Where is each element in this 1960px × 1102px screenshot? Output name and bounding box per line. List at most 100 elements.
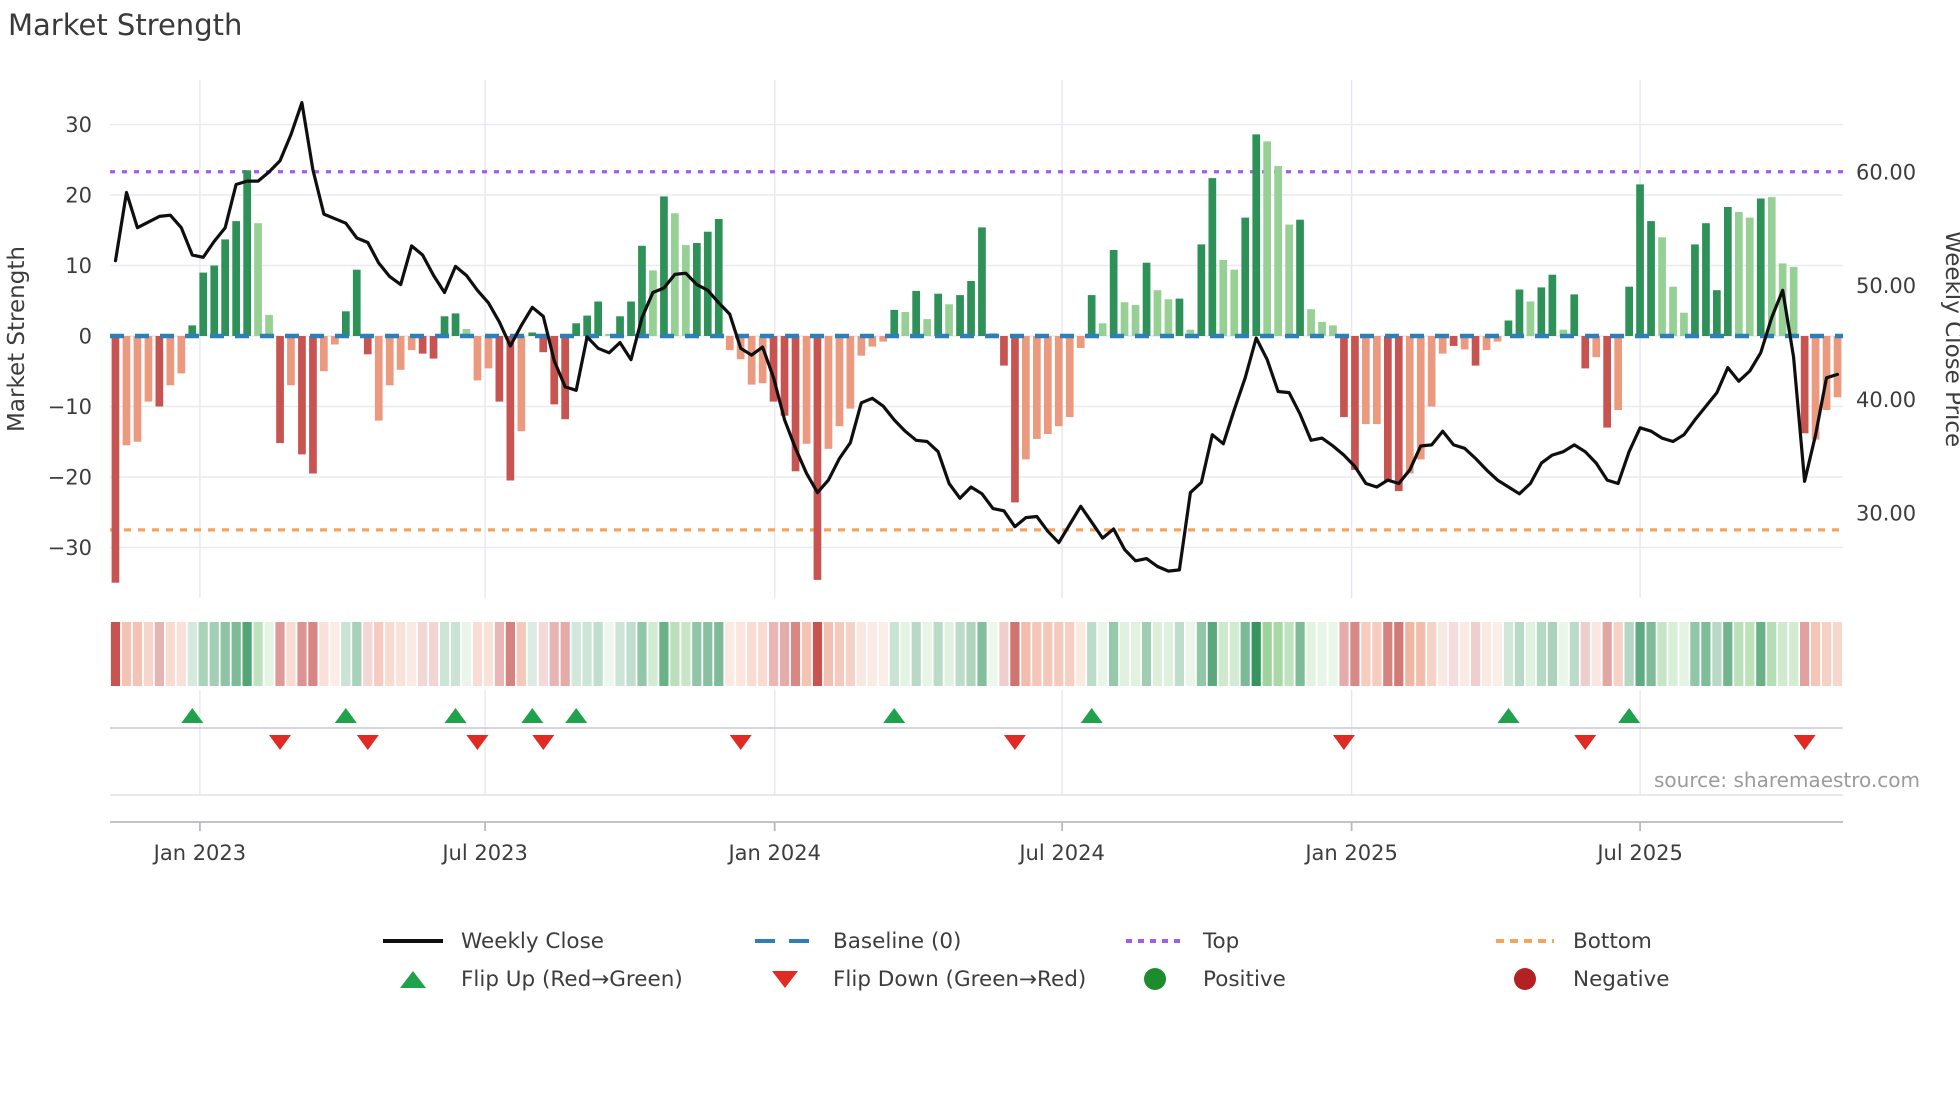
strength-bar: [758, 336, 767, 384]
heatmap-cell: [571, 622, 581, 686]
strength-bar: [1197, 244, 1206, 336]
strength-bar: [978, 227, 986, 336]
heatmap-cell: [615, 622, 625, 686]
heatmap-cell: [308, 622, 318, 686]
strength-bar: [1537, 287, 1546, 336]
strength-bar: [934, 293, 942, 336]
strength-bar: [1241, 217, 1250, 336]
heatmap-cell: [867, 622, 877, 686]
heatmap-cell: [440, 622, 450, 686]
heatmap-cell: [1174, 622, 1184, 686]
strength-bar: [1592, 336, 1601, 358]
heatmap-cell: [1503, 622, 1514, 686]
heatmap-cell: [812, 622, 823, 686]
strength-bar: [1625, 286, 1633, 336]
heatmap-cell: [1536, 622, 1546, 686]
heatmap-cell: [1251, 622, 1261, 686]
strength-bar: [1636, 184, 1644, 336]
heatmap-cell: [988, 622, 998, 686]
heatmap-cell: [330, 622, 340, 686]
strength-bar: [418, 336, 427, 354]
heatmap-cell: [1832, 622, 1843, 686]
heatmap-cell: [286, 622, 296, 686]
strength-bar: [1789, 266, 1798, 336]
heatmap-cell: [494, 622, 504, 686]
flip-up-marker: [1497, 708, 1520, 723]
strength-bar: [429, 336, 438, 359]
heatmap-cell: [461, 622, 472, 686]
strength-bar: [1570, 294, 1579, 336]
negative-dot-icon: [1495, 964, 1555, 994]
heatmap-cell: [1481, 622, 1492, 686]
strength-bar: [1175, 298, 1184, 336]
heatmap-cell: [121, 622, 132, 686]
heatmap-cell: [637, 622, 647, 686]
heatmap-cell: [176, 622, 186, 686]
heatmap-cell: [801, 622, 812, 686]
heatmap-cell: [1065, 622, 1075, 686]
strength-bar: [1394, 336, 1403, 492]
heatmap-cell: [1734, 622, 1744, 686]
heatmap-cell: [1701, 622, 1711, 686]
strength-bar: [1384, 336, 1392, 481]
strength-bar: [396, 336, 405, 370]
strength-bar: [1296, 219, 1304, 336]
strength-bar: [1449, 336, 1458, 346]
heatmap-cell: [933, 622, 943, 686]
baseline-dash-icon: [755, 926, 815, 956]
strength-bar: [1416, 336, 1425, 460]
strength-bar: [649, 270, 657, 336]
strength-bar: [1800, 336, 1809, 434]
heatmap-cell: [1262, 622, 1272, 686]
strength-bar: [1438, 336, 1447, 354]
heatmap-cell: [1624, 622, 1634, 686]
strength-bar: [243, 170, 251, 336]
strength-bar: [298, 336, 306, 455]
heatmap-cell: [275, 622, 285, 686]
strength-bar: [714, 219, 723, 336]
heatmap-cell: [538, 622, 548, 686]
heatmap-cell: [1394, 622, 1404, 686]
flip-down-marker: [1793, 735, 1816, 750]
heatmap-cell: [1350, 622, 1360, 686]
bottom-dotted-line-icon: [1495, 926, 1555, 956]
strength-bar: [1208, 178, 1217, 336]
heatmap-cell: [154, 622, 164, 686]
legend-label: Negative: [1573, 966, 1670, 992]
strength-bar: [583, 315, 591, 336]
heatmap-cell: [1207, 622, 1217, 686]
strength-bar: [1109, 250, 1118, 336]
strength-bar: [144, 336, 153, 402]
strength-bar: [1669, 286, 1677, 336]
heatmap-cell: [1547, 622, 1557, 686]
heatmap-cell: [1789, 622, 1799, 686]
flip-up-marker: [444, 708, 467, 723]
heatmap-cell: [1591, 622, 1601, 686]
heatmap-cell: [1679, 622, 1689, 686]
legend-item-weekly-close: Weekly Close: [383, 926, 604, 956]
strength-bar: [276, 336, 284, 444]
heatmap-cell: [1196, 622, 1206, 686]
strength-bar: [1724, 207, 1732, 336]
market-strength-page: { "title": "Market Strength", "source": …: [0, 0, 1960, 1102]
strength-bar: [1044, 336, 1052, 434]
heatmap-cell: [483, 622, 493, 686]
heatmap-cell: [1010, 622, 1020, 686]
strength-bar: [1658, 237, 1666, 336]
heatmap-cell: [966, 622, 976, 686]
heatmap-cell: [1295, 622, 1305, 686]
heatmap-cell: [1822, 622, 1832, 686]
heatmap-cell: [1021, 622, 1031, 686]
strength-bar: [265, 314, 273, 336]
heatmap-cell: [1339, 622, 1349, 686]
right-axis-title: Weekly Close Price: [1940, 231, 1960, 447]
x-axis-ticks: Jan 2023 Jul 2023 Jan 2024 Jul 2024 Jan 2025…: [152, 822, 1683, 865]
strength-bar: [254, 223, 262, 336]
legend-item-bottom: Bottom: [1495, 926, 1652, 956]
strength-bar: [1504, 320, 1513, 336]
heatmap-cell: [1471, 622, 1481, 686]
strength-bar: [1340, 336, 1348, 418]
strength-bar: [1230, 269, 1239, 336]
strength-bar: [747, 336, 756, 385]
heatmap-cell: [231, 622, 241, 686]
